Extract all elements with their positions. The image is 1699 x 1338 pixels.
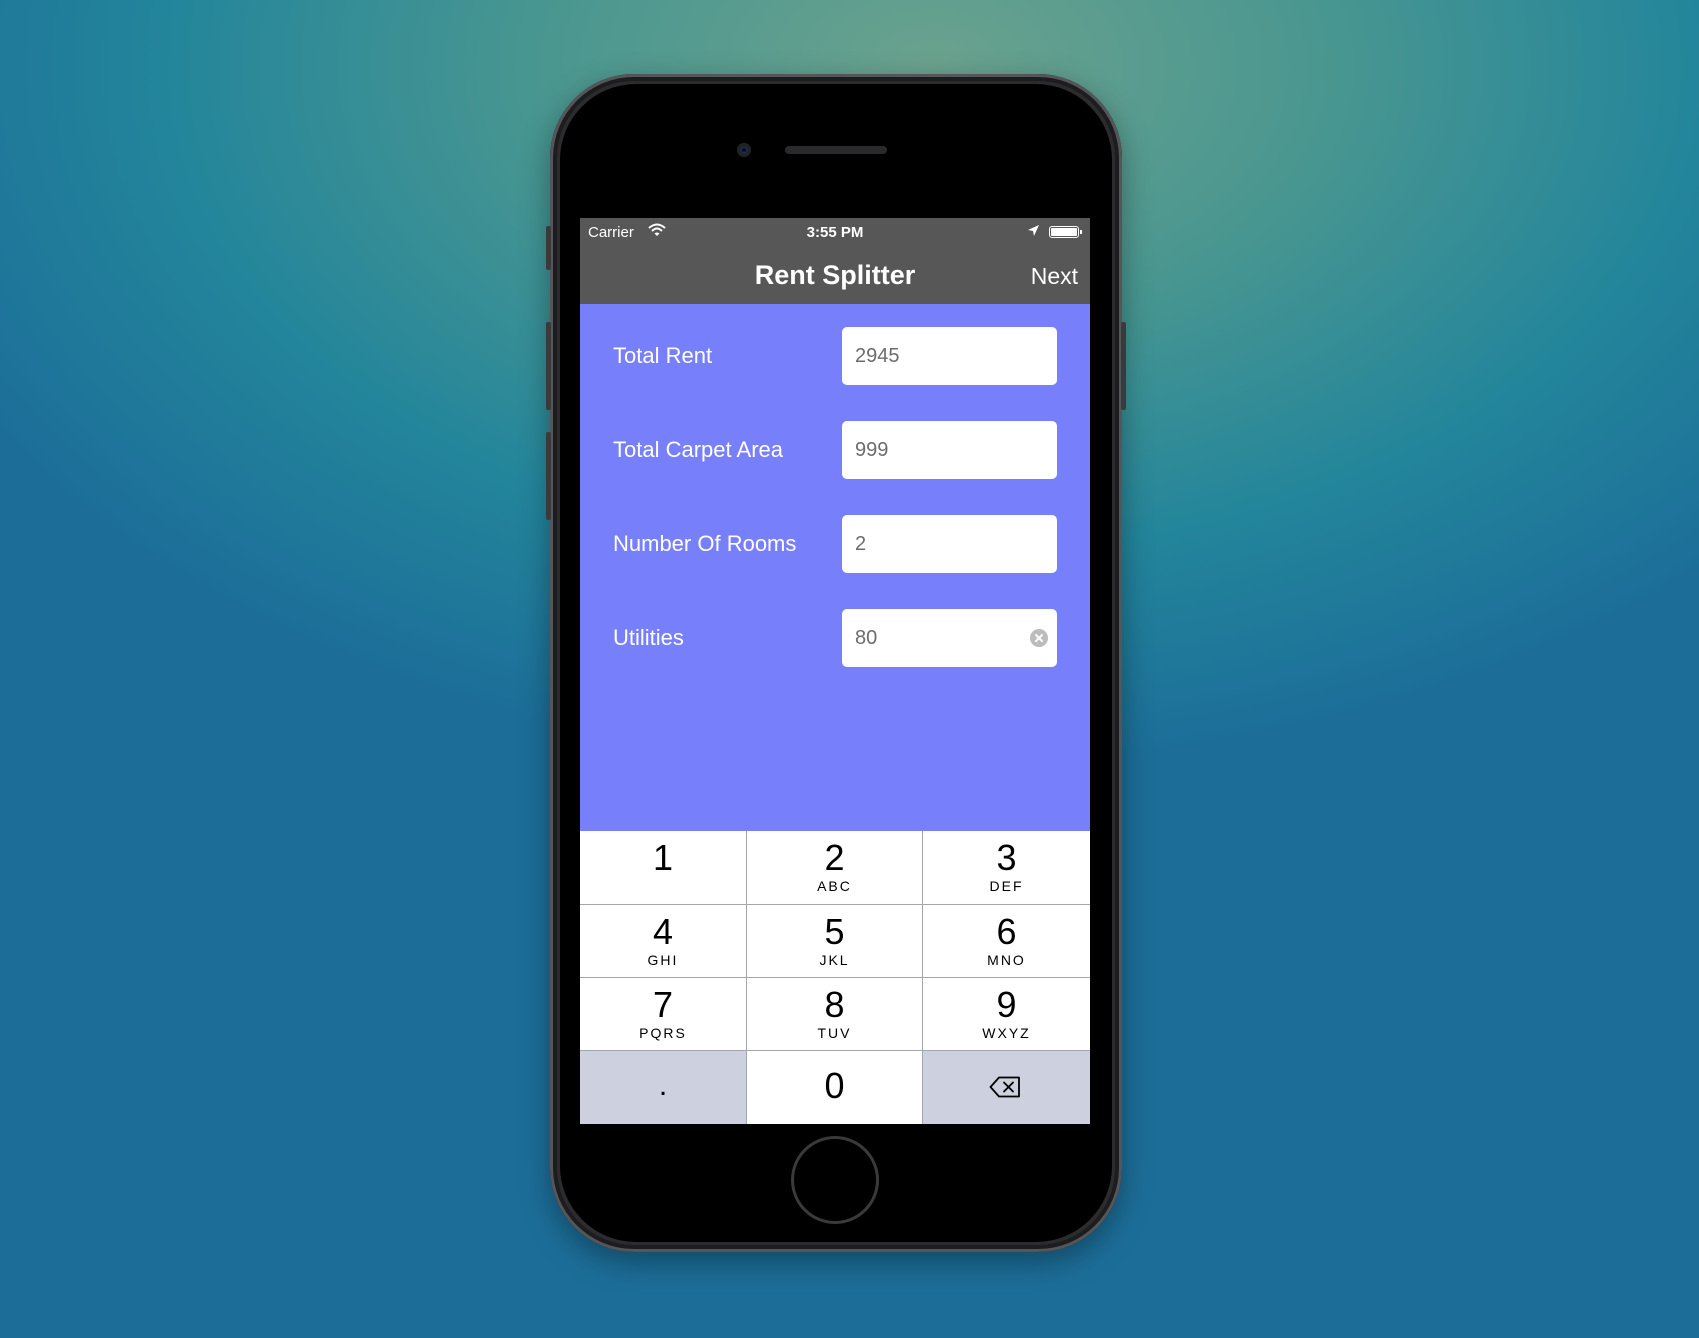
total-rent-row: Total Rent 2945 xyxy=(580,327,1090,385)
total-rent-label: Total Rent xyxy=(613,343,713,368)
key-8-letters: TUV xyxy=(817,1025,852,1041)
front-camera xyxy=(737,143,751,157)
volume-down-button xyxy=(546,432,551,520)
key-1[interactable]: 1 xyxy=(580,831,746,904)
number-of-rooms-input[interactable]: 2 xyxy=(842,515,1057,573)
number-of-rooms-row: Number Of Rooms 2 xyxy=(580,515,1090,573)
total-rent-input[interactable]: 2945 xyxy=(842,327,1057,385)
backspace-icon xyxy=(989,1076,1021,1103)
number-of-rooms-label: Number Of Rooms xyxy=(613,531,797,556)
app-screen: Carrier 3:55 PM Rent Splitter Next Total… xyxy=(580,218,1090,1124)
power-button xyxy=(1121,322,1126,410)
key-9[interactable]: 9 WXYZ xyxy=(923,978,1090,1050)
silent-switch xyxy=(546,226,551,270)
total-carpet-area-input[interactable]: 999 xyxy=(842,421,1057,479)
key-5[interactable]: 5 JKL xyxy=(747,905,922,977)
key-6[interactable]: 6 MNO xyxy=(923,905,1090,977)
key-9-digit: 9 xyxy=(996,984,1017,1025)
total-carpet-area-label: Total Carpet Area xyxy=(613,437,783,462)
navigation-bar: Rent Splitter Next xyxy=(580,246,1090,304)
key-3-digit: 3 xyxy=(996,837,1017,878)
next-button[interactable]: Next xyxy=(1031,263,1078,290)
utilities-row: Utilities 80 xyxy=(580,609,1090,667)
key-1-digit: 1 xyxy=(652,837,674,878)
key-4-digit: 4 xyxy=(652,911,674,952)
status-time: 3:55 PM xyxy=(806,224,864,241)
key-3-letters: DEF xyxy=(989,878,1024,894)
decimal-key-label: . xyxy=(658,1069,668,1102)
backspace-key[interactable] xyxy=(923,1051,1090,1124)
status-bar: Carrier 3:55 PM xyxy=(580,218,1090,246)
clear-icon[interactable] xyxy=(1030,629,1048,647)
key-7-letters: PQRS xyxy=(639,1025,687,1041)
utilities-label: Utilities xyxy=(613,625,684,650)
home-button[interactable] xyxy=(791,1136,879,1224)
key-8-digit: 8 xyxy=(824,984,845,1025)
battery-cap xyxy=(1080,230,1082,234)
utilities-value: 80 xyxy=(855,627,878,649)
number-pad: 1 2 ABC 3 DEF 4 GHI 5 JKL 6 MNO 7 PQRS 8… xyxy=(580,831,1090,1124)
volume-up-button xyxy=(546,322,551,410)
key-2-digit: 2 xyxy=(824,837,845,878)
key-5-letters: JKL xyxy=(819,952,850,968)
key-0[interactable]: 0 xyxy=(747,1051,922,1124)
key-7-digit: 7 xyxy=(652,984,674,1025)
key-2[interactable]: 2 ABC xyxy=(747,831,922,904)
key-8[interactable]: 8 TUV xyxy=(747,978,922,1050)
key-7[interactable]: 7 PQRS xyxy=(580,978,746,1050)
battery-icon xyxy=(1049,226,1079,238)
key-4-letters: GHI xyxy=(647,952,679,968)
total-carpet-area-row: Total Carpet Area 999 xyxy=(580,421,1090,479)
key-6-letters: MNO xyxy=(987,952,1026,968)
key-0-digit: 0 xyxy=(824,1065,845,1106)
utilities-input[interactable]: 80 xyxy=(842,609,1057,667)
page-title: Rent Splitter xyxy=(754,260,916,290)
key-3[interactable]: 3 DEF xyxy=(923,831,1090,904)
key-2-letters: ABC xyxy=(817,878,852,894)
key-4[interactable]: 4 GHI xyxy=(580,905,746,977)
location-arrow-icon xyxy=(1027,224,1040,241)
key-9-letters: WXYZ xyxy=(982,1025,1031,1041)
decimal-key[interactable]: . xyxy=(580,1051,746,1124)
earpiece-speaker xyxy=(785,146,887,154)
key-6-digit: 6 xyxy=(996,911,1017,952)
key-5-digit: 5 xyxy=(824,911,845,952)
